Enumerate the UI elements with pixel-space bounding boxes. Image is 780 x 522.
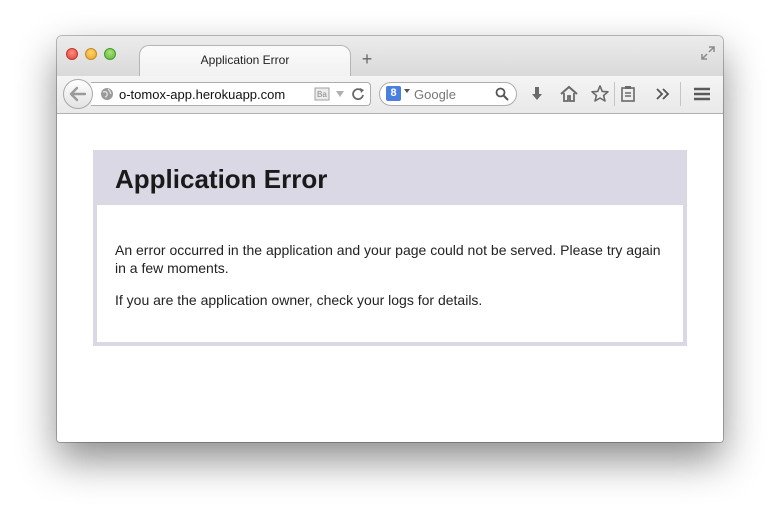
back-button[interactable] — [63, 79, 93, 109]
title-bar: Application Error + — [57, 36, 723, 77]
reload-icon[interactable] — [350, 86, 366, 102]
error-header: Application Error — [97, 154, 683, 205]
svg-text:Ba: Ba — [317, 90, 327, 99]
google-icon[interactable]: 8 — [386, 86, 401, 101]
url-bar-icons: Ba — [314, 86, 366, 102]
toolbar-separator-2 — [680, 82, 681, 106]
url-text[interactable]: o-tomox-app.herokuapp.com — [119, 87, 285, 102]
search-icon[interactable] — [495, 87, 509, 101]
bookmarks-list-icon[interactable] — [618, 84, 638, 104]
tab-title: Application Error — [200, 53, 290, 67]
maximize-button[interactable] — [104, 48, 116, 60]
reader-icon[interactable]: Ba — [314, 87, 330, 101]
minimize-button[interactable] — [85, 48, 97, 60]
page-content: Application Error An error occurred in t… — [57, 114, 723, 442]
download-icon[interactable] — [527, 84, 547, 104]
error-body: An error occurred in the application and… — [115, 241, 663, 323]
search-engine-dropdown-icon[interactable] — [404, 89, 410, 93]
navigation-toolbar: o-tomox-app.herokuapp.com Ba 8 Google — [57, 76, 723, 114]
tab-application-error[interactable]: Application Error — [139, 45, 351, 77]
new-tab-button[interactable]: + — [359, 49, 375, 69]
error-message: An error occurred in the application and… — [115, 242, 661, 276]
close-button[interactable] — [66, 48, 78, 60]
page-title: Application Error — [115, 164, 328, 194]
menu-icon[interactable] — [692, 84, 712, 104]
home-icon[interactable] — [559, 84, 579, 104]
globe-icon — [101, 88, 113, 100]
dropdown-icon[interactable] — [334, 88, 346, 100]
owner-note: If you are the application owner, check … — [115, 292, 483, 308]
fullscreen-icon[interactable] — [701, 46, 715, 60]
browser-window: Application Error + o-tomox-app.herokuap… — [57, 36, 723, 442]
url-bar[interactable]: o-tomox-app.herokuapp.com Ba — [91, 82, 371, 106]
overflow-chevron-icon[interactable] — [653, 84, 673, 104]
back-arrow-icon — [69, 86, 87, 102]
bookmark-star-icon[interactable] — [590, 84, 610, 104]
search-placeholder[interactable]: Google — [414, 87, 456, 102]
search-bar[interactable]: 8 Google — [379, 82, 517, 106]
toolbar-separator — [614, 82, 615, 106]
